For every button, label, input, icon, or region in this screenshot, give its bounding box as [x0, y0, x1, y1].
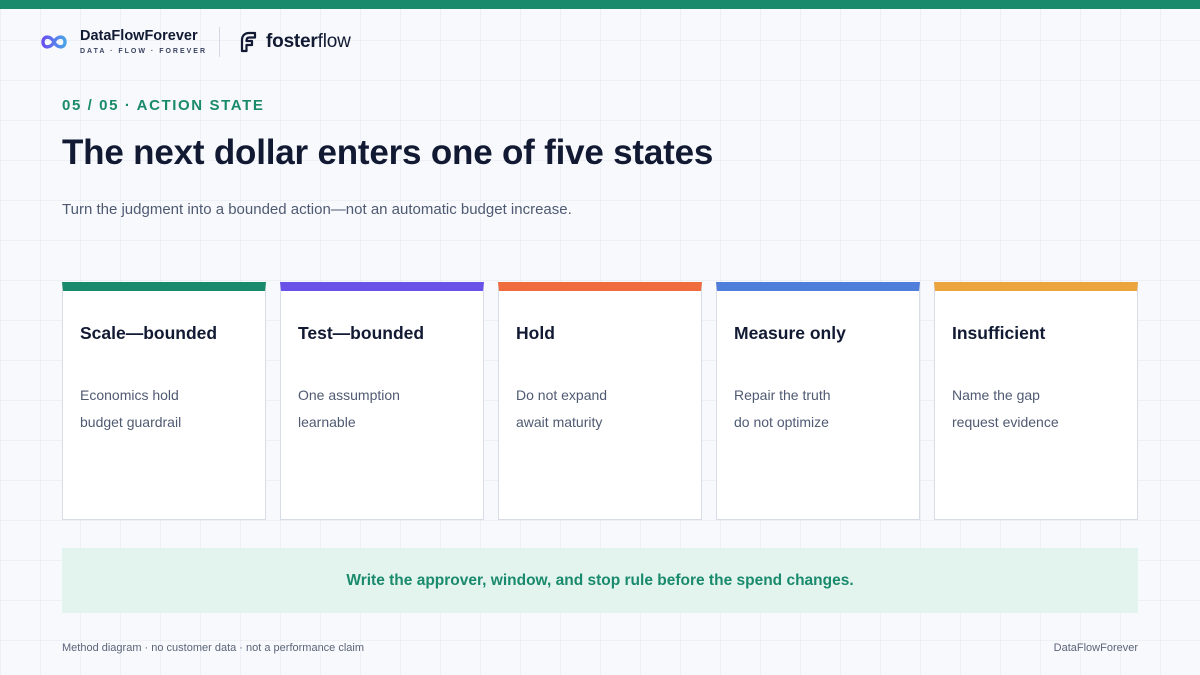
top-accent-bar	[0, 0, 1200, 9]
brand-name: DataFlowForever	[80, 28, 198, 44]
state-card-hold: Hold Do not expand await maturity	[498, 282, 702, 520]
callout-text: Write the approver, window, and stop rul…	[346, 571, 854, 589]
fosterflow-wordmark-strong: foster	[266, 31, 318, 52]
card-line: Economics hold	[80, 387, 179, 403]
state-cards: Scale—bounded Economics hold budget guar…	[62, 282, 1138, 520]
header-divider	[219, 27, 221, 57]
state-card-insufficient: Insufficient Name the gap request eviden…	[934, 282, 1138, 520]
brand-tagline: DATA · FLOW · FOREVER	[80, 48, 208, 55]
fosterflow-wordmark: fosterflow	[266, 31, 351, 53]
fosterflow-wordmark-light: flow	[317, 31, 351, 52]
page-subtitle: Turn the judgment into a bounded action—…	[62, 201, 572, 218]
card-line: Name the gap	[952, 387, 1040, 403]
card-title: Measure only	[734, 323, 846, 343]
card-title: Scale—bounded	[80, 323, 218, 343]
state-card-scale-bounded: Scale—bounded Economics hold budget guar…	[62, 282, 266, 520]
header: DataFlowForever DATA · FLOW · FOREVER fo…	[40, 26, 351, 58]
footer-brand: DataFlowForever	[1053, 642, 1138, 654]
card-line: One assumption	[298, 387, 400, 403]
footer-disclaimer: Method diagram · no customer data · not …	[62, 642, 365, 654]
card-line: do not optimize	[734, 414, 829, 430]
fosterflow-logo-icon	[240, 31, 257, 53]
brand: DataFlowForever DATA · FLOW · FOREVER	[80, 28, 207, 56]
card-line: request evidence	[952, 414, 1059, 430]
card-line: learnable	[298, 414, 356, 430]
page-title: The next dollar enters one of five state…	[62, 133, 714, 172]
card-line: Repair the truth	[734, 387, 831, 403]
infinity-icon	[41, 35, 67, 49]
card-line: budget guardrail	[80, 414, 182, 430]
state-card-measure-only: Measure only Repair the truth do not opt…	[716, 282, 920, 520]
state-card-test-bounded: Test—bounded One assumption learnable	[280, 282, 484, 520]
card-title: Hold	[516, 323, 555, 343]
card-line: Do not expand	[516, 387, 608, 403]
card-title: Insufficient	[952, 323, 1046, 343]
card-title: Test—bounded	[298, 323, 425, 343]
section-eyebrow: 05 / 05 · ACTION STATE	[62, 97, 265, 114]
callout-banner: Write the approver, window, and stop rul…	[62, 548, 1138, 613]
card-line: await maturity	[516, 414, 603, 430]
